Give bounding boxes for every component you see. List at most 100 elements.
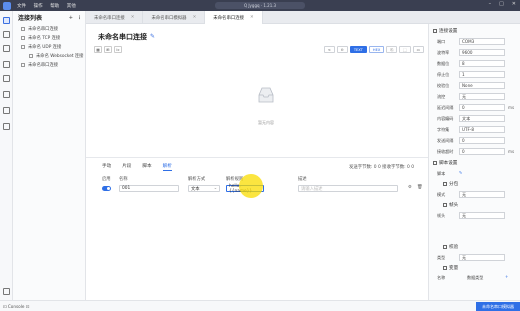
timestamp-icon[interactable]: ⊙ [336,46,348,53]
tab-close-icon[interactable]: ✕ [131,15,135,20]
tab-close-icon[interactable]: ✕ [250,15,254,20]
edit-pencil-icon[interactable]: ✎ [150,33,155,40]
subtab-parse[interactable]: 解析 [162,163,172,171]
section-title: 脚本设置 [439,161,458,166]
sidebar-header: 连接列表 + ⋮ [13,11,85,24]
frame-select[interactable]: 无 [459,212,505,219]
delay-input[interactable]: 0 [459,104,505,111]
col-name: 名称 [119,177,128,182]
col-desc: 描述 [298,177,307,182]
section-title: 连接设置 [439,29,458,34]
close-icon[interactable]: ✕ [512,1,516,7]
menu-file[interactable]: 文件 [17,4,26,9]
close-panel-icon[interactable] [3,123,10,130]
maximize-icon[interactable]: □ [499,1,504,7]
script-label: 脚本 [437,171,446,176]
baud-select[interactable]: 9600 [459,49,505,56]
encoding-select[interactable]: 文本 [459,115,505,122]
simulator-icon[interactable] [3,45,10,52]
empty-inbox-icon [258,87,274,103]
section-checksum: 校验 [443,244,458,250]
recvtimeout-label: 接收超时 [437,149,454,154]
connections-icon[interactable] [3,17,10,24]
more-icon[interactable]: ⋮ [77,15,82,21]
panel-splitter[interactable] [86,157,428,158]
add-connection-icon[interactable]: + [69,15,73,21]
layout-icon[interactable]: ▦ [94,46,102,53]
tcp-icon [21,35,25,40]
editor-tabs: 未命名串口连接 ✕ 未命名串口模拟器 ✕ 未命名串口连接 ✕ [86,11,520,24]
checksum-select[interactable]: 无 [459,254,505,261]
websocket-icon [29,53,33,58]
split-icon [443,182,447,186]
plugin-icon[interactable] [3,91,10,98]
clear-icon[interactable]: lc [114,46,122,53]
checksum-row: 类型 无 [433,254,519,262]
enable-toggle[interactable] [102,186,111,191]
flow-row: 流控 无 [433,93,519,101]
settings-panel: 连接设置 端口 COM3 波特率 9600 数据位 8 停止位 1 校验位 None 流控… [428,24,520,300]
databits-select[interactable]: 8 [459,60,505,67]
chevron-down-icon: ⌄ [213,186,218,191]
bug-icon[interactable] [3,107,10,114]
menu-action[interactable]: 操作 [34,4,43,9]
command-search[interactable]: Q Jyggq · 1.21.3 [215,2,305,9]
tab-simulator[interactable]: 未命名串口模拟器 ✕ [143,11,206,24]
export-icon[interactable]: ⬚ [399,46,411,53]
split-label: 模式 [437,192,446,197]
sidebar-item-serial[interactable]: 未命名串口连接 [13,24,85,33]
subtab-manual[interactable]: 手动 [102,163,111,171]
share-icon[interactable]: < [323,46,335,53]
frame-label: 帧头 [437,213,446,218]
grid-icon[interactable]: ⊞ [104,46,112,53]
section-title: 帧头 [449,203,459,208]
split-select[interactable]: 无 [459,191,505,198]
frame-row: 帧头 无 [433,212,519,220]
charset-select[interactable]: UTF-8 [459,126,505,133]
menu-help[interactable]: 帮助 [50,4,59,9]
stopbits-select[interactable]: 1 [459,71,505,78]
section-script: 脚本设置 [433,160,457,166]
hex-mode-button[interactable]: HEX [368,46,385,53]
port-select[interactable]: COM3 [459,38,505,45]
add-variable-icon[interactable]: + [505,274,508,279]
output-toolbar: ▦ ⊞ lc < ⊙ TEXT HEX ⎘ ⬚ ▭ [94,45,424,54]
section-connection: 连接设置 [433,28,457,34]
recvtimeout-input[interactable]: 0 [459,148,505,155]
settings-gear-icon[interactable] [3,288,10,295]
method-select[interactable]: 文本 ⌄ [188,185,220,192]
tab-serial-active[interactable]: 未命名串口连接 ✕ [205,11,263,24]
name-field[interactable]: 001 [119,185,179,192]
text-mode-button[interactable]: TEXT [349,46,367,53]
status-active-connection[interactable]: 未命名串口模拟器 [476,302,520,311]
port-row: 端口 COM3 [433,38,519,46]
tools-icon[interactable] [3,61,10,68]
sidebar-item-websocket[interactable]: 未命名 Websocket 连接 [13,51,85,60]
parity-select[interactable]: None [459,82,505,89]
sendlimit-input[interactable]: 0 [459,137,505,144]
row-delete-icon[interactable]: 🗑 [417,185,422,190]
console-toggle[interactable]: ⊡ Console ⊡ [3,304,29,309]
tab-label: 未命名串口连接 [94,15,125,21]
copy-icon[interactable]: ⎘ [386,46,398,53]
scripts-icon[interactable] [3,31,10,38]
subtab-snippets[interactable]: 片段 [122,163,131,171]
desc-field[interactable]: 请输入描述 [298,185,398,192]
flow-select[interactable]: 无 [459,93,505,100]
subtab-script[interactable]: 脚本 [142,163,151,171]
panel-toggle-icon[interactable]: ▭ [412,46,424,53]
tab-close-icon[interactable]: ✕ [193,15,197,20]
sidebar-item-udp[interactable]: 未命名 UDP 连接 [13,42,85,51]
row-settings-icon[interactable]: ⚙ [408,185,412,190]
connection-settings-icon [433,29,437,33]
var-col-name: 名称 [437,275,446,280]
sidebar-item-tcp[interactable]: 未命名 TCP 连接 [13,33,85,42]
menu-other[interactable]: 其他 [67,4,76,9]
sidebar-item-serial-2[interactable]: 未命名串口连接 [13,60,85,69]
log-icon[interactable] [3,75,10,82]
tab-serial-1[interactable]: 未命名串口连接 ✕ [86,11,144,24]
minimize-icon[interactable]: – [489,1,492,7]
script-edit-icon[interactable]: ✎ [459,170,462,175]
sidebar-item-label: 未命名 Websocket 连接 [36,53,84,59]
tab-label: 未命名串口模拟器 [151,15,187,21]
